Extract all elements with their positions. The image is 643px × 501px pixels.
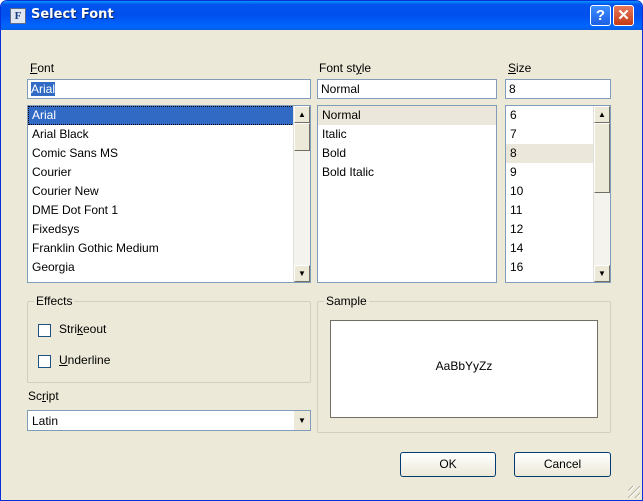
font-style-label: Font style <box>319 61 372 75</box>
font-list-items: Arial Arial Black Comic Sans MS Courier Cour… <box>28 106 310 277</box>
scroll-thumb[interactable] <box>294 123 310 151</box>
resize-grip-icon[interactable] <box>628 486 640 498</box>
font-list-item[interactable]: Comic Sans MS <box>28 144 310 163</box>
size-input[interactable]: 8 <box>505 79 611 99</box>
window-title: Select Font <box>31 7 114 22</box>
help-button[interactable]: ? <box>590 5 611 26</box>
font-list-item[interactable]: Arial <box>28 106 310 125</box>
font-style-value: Normal <box>321 82 360 96</box>
effects-title: Effects <box>34 294 75 308</box>
scroll-down-arrow-icon[interactable]: ▼ <box>294 265 310 282</box>
font-label: Font <box>30 61 55 75</box>
size-value: 8 <box>509 82 516 96</box>
font-style-input[interactable]: Normal <box>317 79 497 99</box>
scroll-up-arrow-icon[interactable]: ▲ <box>294 106 310 123</box>
size-label: Size <box>508 61 532 75</box>
underline-checkbox[interactable] <box>38 355 51 368</box>
sample-text: AaBbYyZz <box>435 359 493 373</box>
font-list-item[interactable]: Franklin Gothic Medium <box>28 239 310 258</box>
font-style-list-items: Normal Italic Bold Bold Italic <box>318 106 496 182</box>
cancel-button[interactable]: Cancel <box>514 452 611 477</box>
sample-preview: AaBbYyZz <box>330 320 598 418</box>
font-name-value: Arial <box>31 82 56 96</box>
font-list-item[interactable]: DME Dot Font 1 <box>28 201 310 220</box>
size-list-scrollbar[interactable]: ▲ ▼ <box>593 106 610 282</box>
ok-button[interactable]: OK <box>400 452 496 477</box>
title-bar[interactable]: F Select Font ? ✕ <box>1 1 642 30</box>
font-name-input[interactable]: Arial <box>27 79 311 99</box>
chevron-down-icon[interactable]: ▼ <box>293 411 310 430</box>
font-style-list-item[interactable]: Bold Italic <box>318 163 496 182</box>
font-list-item[interactable]: Georgia <box>28 258 310 277</box>
font-style-list[interactable]: Normal Italic Bold Bold Italic <box>317 105 497 283</box>
underline-label[interactable]: Underline <box>59 353 110 367</box>
font-list-item[interactable]: Courier New <box>28 182 310 201</box>
font-app-icon: F <box>10 8 26 24</box>
font-list[interactable]: Arial Arial Black Comic Sans MS Courier Cour… <box>27 105 311 283</box>
script-label: Script <box>28 389 59 403</box>
font-style-list-item[interactable]: Italic <box>318 125 496 144</box>
select-font-dialog: F Select Font ? ✕ Font Arial Arial Arial … <box>0 0 643 501</box>
strikeout-label[interactable]: Strikeout <box>59 322 106 336</box>
size-list[interactable]: 6 7 8 9 10 11 12 14 16 ▲ ▼ <box>505 105 611 283</box>
font-style-list-item[interactable]: Normal <box>318 106 496 125</box>
scroll-up-arrow-icon[interactable]: ▲ <box>594 106 610 123</box>
scroll-thumb[interactable] <box>594 123 610 193</box>
font-list-item[interactable]: Fixedsys <box>28 220 310 239</box>
scroll-down-arrow-icon[interactable]: ▼ <box>594 265 610 282</box>
font-list-item[interactable]: Arial Black <box>28 125 310 144</box>
script-value: Latin <box>32 414 59 428</box>
font-style-list-item[interactable]: Bold <box>318 144 496 163</box>
sample-title: Sample <box>324 294 369 308</box>
script-dropdown[interactable]: Latin ▼ <box>27 410 311 431</box>
font-list-item[interactable]: Courier <box>28 163 310 182</box>
strikeout-checkbox[interactable] <box>38 324 51 337</box>
font-list-scrollbar[interactable]: ▲ ▼ <box>293 106 310 282</box>
effects-group: Effects <box>27 294 311 383</box>
close-button[interactable]: ✕ <box>613 5 634 26</box>
